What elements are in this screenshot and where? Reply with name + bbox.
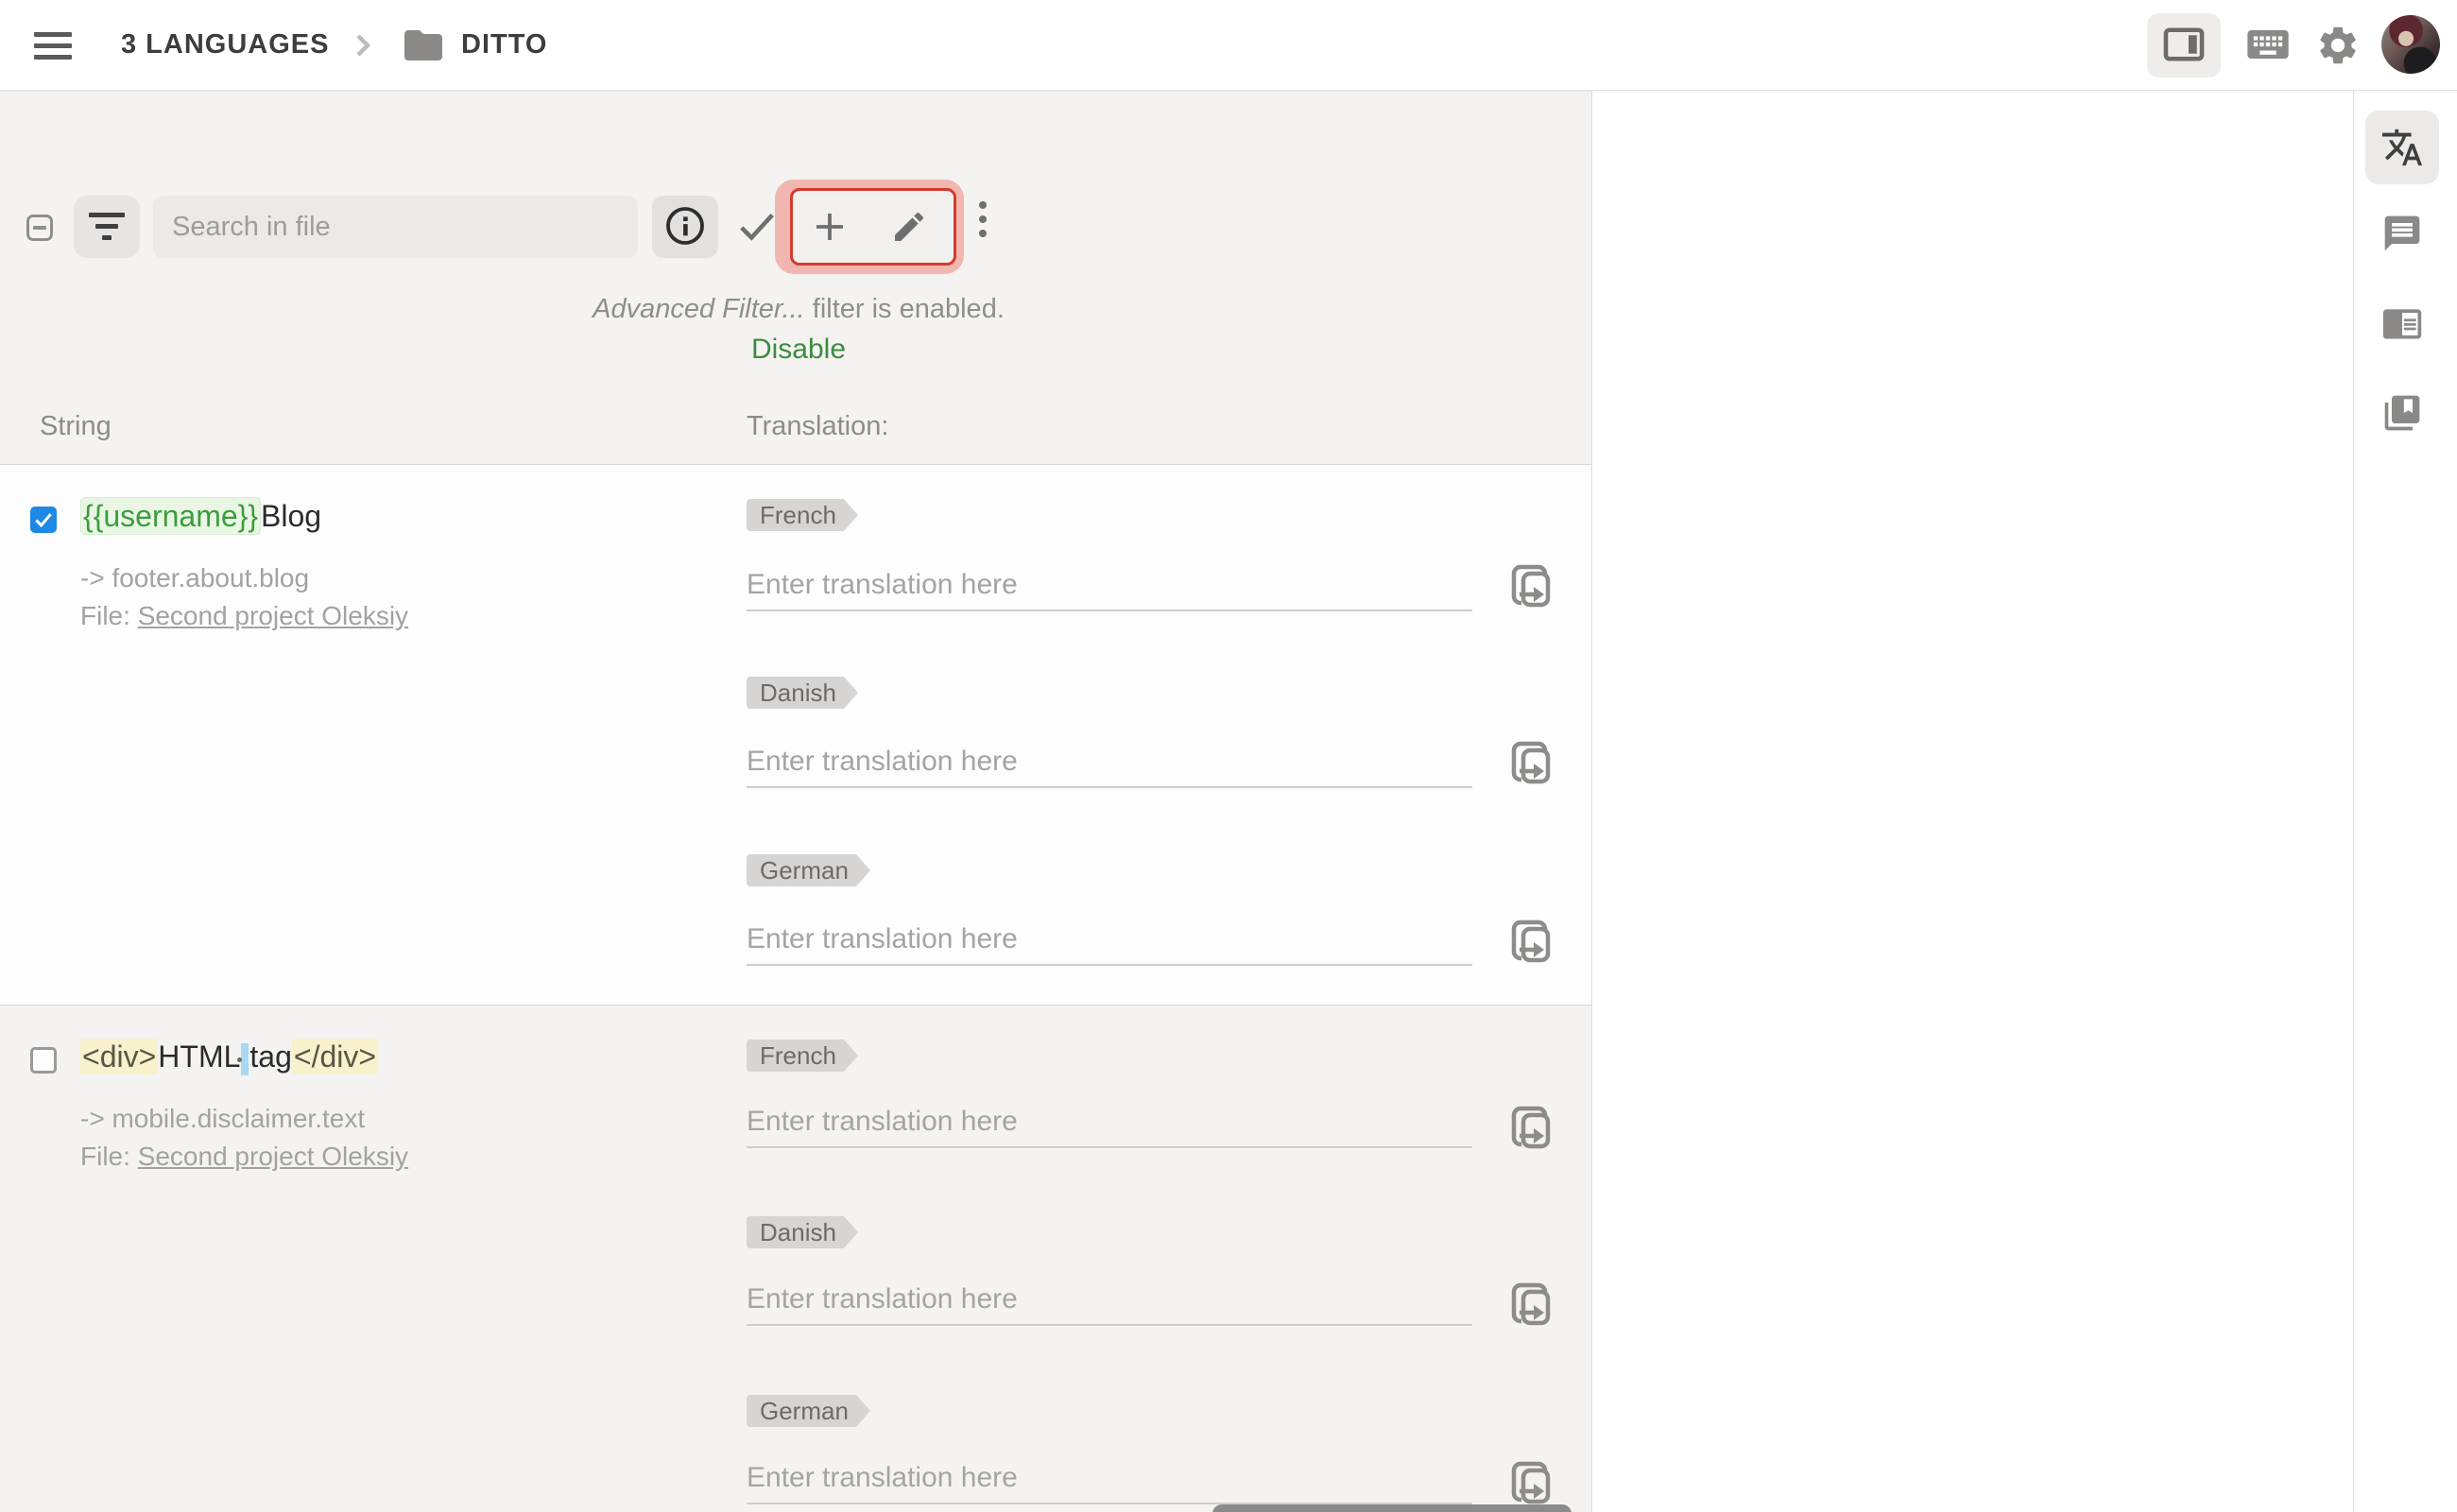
language-tag-german[interactable]: German bbox=[747, 1395, 870, 1427]
breadcrumb-file[interactable]: DITTO bbox=[461, 29, 547, 60]
kebab-menu-icon bbox=[979, 201, 987, 209]
folder-icon bbox=[404, 30, 442, 60]
translation-input-german[interactable] bbox=[747, 915, 1472, 966]
filter-notice: Advanced Filter... filter is enabled. bbox=[397, 294, 1200, 325]
source-text: Blog bbox=[261, 499, 322, 533]
string-key: -> footer.about.blog bbox=[80, 563, 310, 593]
file-link[interactable]: Second project Oleksiy bbox=[138, 601, 408, 630]
search-input[interactable] bbox=[153, 196, 638, 258]
gear-icon bbox=[2320, 26, 2356, 64]
copy-source-button[interactable] bbox=[1507, 1456, 1553, 1509]
user-avatar[interactable] bbox=[2381, 15, 2440, 74]
comment-icon bbox=[2384, 215, 2420, 251]
suggestions-panel: FRENCH TRANSLATIONS No translations sugg… bbox=[1592, 90, 2353, 1512]
pagination-bar: 2 STRINGS bbox=[1212, 1504, 1572, 1512]
chevron-right-icon bbox=[356, 34, 371, 57]
text-cursor bbox=[237, 1042, 249, 1075]
string-column-header: String bbox=[40, 411, 112, 441]
copy-source-button[interactable] bbox=[1507, 736, 1553, 789]
html-open-tag: <div> bbox=[80, 1039, 159, 1074]
disable-filter-link[interactable]: Disable bbox=[397, 334, 1200, 366]
translation-input-french[interactable] bbox=[747, 560, 1472, 611]
row-checkbox-checked[interactable] bbox=[30, 507, 57, 533]
pencil-icon bbox=[895, 212, 924, 241]
side-panel-toggle-button[interactable] bbox=[2147, 13, 2221, 77]
select-all-checkbox[interactable] bbox=[26, 215, 53, 241]
filter-name: Advanced Filter... bbox=[593, 294, 805, 324]
copy-source-button[interactable] bbox=[1507, 1101, 1553, 1154]
copy-source-icon bbox=[1511, 564, 1551, 608]
checkmark-icon bbox=[740, 214, 774, 241]
keyboard-icon bbox=[2247, 29, 2289, 60]
reader-mode-icon bbox=[2382, 309, 2422, 339]
source-string: {{username}}Blog bbox=[80, 497, 322, 535]
collections-bookmark-icon bbox=[2384, 395, 2420, 431]
copy-source-icon bbox=[1511, 1282, 1551, 1326]
translation-input-french[interactable] bbox=[747, 1097, 1472, 1148]
app-root: 3 LANGUAGES DITTO Search in file Advance… bbox=[0, 0, 2457, 1512]
source-string: <div>HTML tag</div> bbox=[80, 1039, 379, 1075]
copy-source-icon bbox=[1511, 741, 1551, 784]
translate-icon bbox=[2381, 129, 2423, 166]
source-text: tag bbox=[249, 1040, 292, 1074]
translation-input-danish[interactable] bbox=[747, 1275, 1472, 1326]
info-icon bbox=[666, 206, 704, 245]
source-text: HTML bbox=[158, 1040, 241, 1074]
copy-source-button[interactable] bbox=[1507, 915, 1553, 968]
file-label: File: bbox=[80, 1142, 130, 1171]
translation-input-danish[interactable] bbox=[747, 737, 1472, 788]
string-row: {{username}}Blog -> footer.about.blog Fi… bbox=[0, 465, 1591, 1005]
placeholder-token: {{username}} bbox=[80, 497, 262, 535]
side-panel-icon bbox=[2163, 26, 2205, 61]
string-key: -> mobile.disclaimer.text bbox=[80, 1104, 366, 1133]
language-tag-french[interactable]: French bbox=[747, 499, 858, 531]
copy-source-button[interactable] bbox=[1507, 1278, 1553, 1331]
html-close-tag: </div> bbox=[291, 1039, 379, 1074]
copy-source-icon bbox=[1511, 1461, 1551, 1504]
language-tag-french[interactable]: French bbox=[747, 1040, 858, 1072]
side-tool-rail bbox=[2353, 90, 2457, 1512]
glossary-tab-button[interactable] bbox=[2381, 392, 2423, 437]
info-button[interactable] bbox=[652, 196, 718, 258]
file-label: File: bbox=[80, 601, 130, 630]
translation-column-header: Translation: bbox=[747, 411, 889, 441]
language-tag-german[interactable]: German bbox=[747, 854, 870, 886]
breadcrumb-project[interactable]: 3 LANGUAGES bbox=[121, 29, 329, 60]
row-checkbox-unchecked[interactable] bbox=[30, 1047, 57, 1074]
check-icon bbox=[35, 513, 52, 528]
top-bar: 3 LANGUAGES DITTO bbox=[0, 0, 2457, 91]
string-row: <div>HTML tag</div> -> mobile.disclaimer.… bbox=[0, 1005, 1591, 1512]
copy-source-button[interactable] bbox=[1507, 559, 1553, 612]
keyboard-shortcuts-button[interactable] bbox=[2243, 22, 2293, 70]
copy-source-icon bbox=[1511, 919, 1551, 963]
plus-icon bbox=[816, 214, 843, 240]
translations-tab-button[interactable] bbox=[2380, 126, 2424, 172]
string-file: File: Second project Oleksiy bbox=[80, 601, 408, 631]
language-tag-danish[interactable]: Danish bbox=[747, 1216, 858, 1248]
context-tab-button[interactable] bbox=[2381, 302, 2423, 347]
add-string-button[interactable] bbox=[810, 207, 850, 249]
filter-notice-suffix: filter is enabled. bbox=[804, 294, 1005, 324]
settings-button[interactable] bbox=[2315, 23, 2361, 71]
file-link[interactable]: Second project Oleksiy bbox=[138, 1142, 408, 1171]
more-options-button[interactable] bbox=[979, 201, 987, 244]
edit-string-button[interactable] bbox=[890, 208, 928, 249]
approve-button[interactable] bbox=[735, 207, 779, 249]
filter-button[interactable] bbox=[74, 196, 140, 258]
hamburger-menu-icon[interactable] bbox=[34, 32, 72, 60]
translation-input-german[interactable] bbox=[747, 1453, 1472, 1504]
strings-pane: Advanced Filter... filter is enabled. Di… bbox=[0, 90, 1592, 1512]
comments-tab-button[interactable] bbox=[2381, 213, 2423, 257]
copy-source-icon bbox=[1511, 1106, 1551, 1149]
string-file: File: Second project Oleksiy bbox=[80, 1142, 408, 1172]
language-tag-danish[interactable]: Danish bbox=[747, 677, 858, 709]
